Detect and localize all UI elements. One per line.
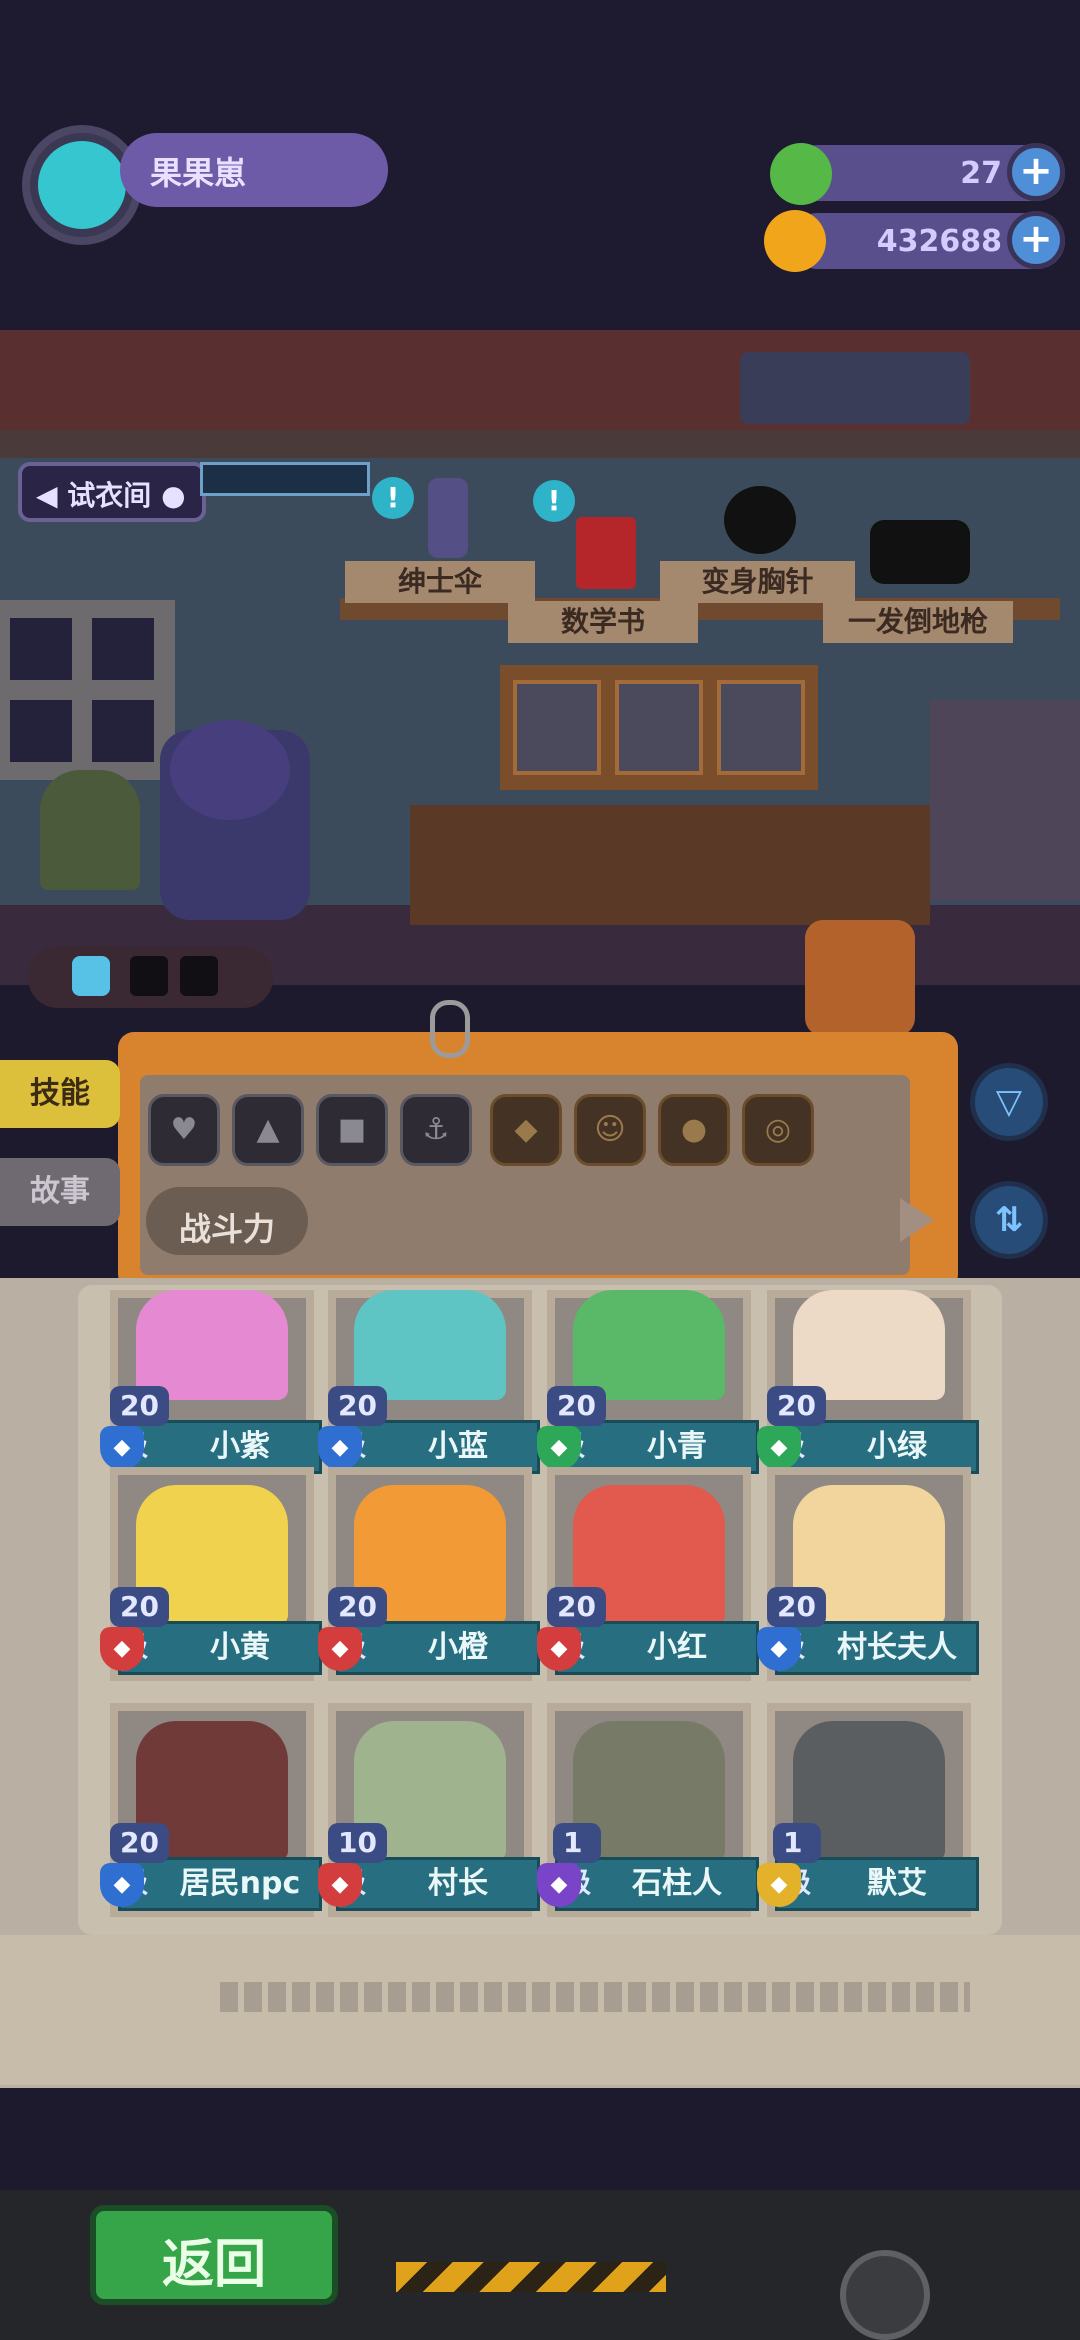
paper-clip [430, 1000, 470, 1058]
plant [40, 770, 140, 890]
donut-count: 27 [960, 156, 1002, 191]
character-level: 10级 [328, 1823, 387, 1899]
back-label: 返回 [161, 2235, 266, 2295]
character-name: 小橙 [336, 1621, 540, 1675]
light-bar [200, 462, 370, 496]
portrait-frame[interactable] [615, 680, 703, 775]
character-name: 小紫 [118, 1420, 322, 1474]
book-icon[interactable] [576, 517, 636, 589]
tab-skill[interactable]: 技能 [0, 1060, 120, 1128]
class-shield-icon: ◆ [100, 1627, 144, 1671]
portrait-frames [500, 665, 818, 790]
avatar[interactable] [38, 141, 126, 229]
sort-power-label: 战斗力 [178, 1210, 275, 1248]
face-filter-icon[interactable]: ☺ [574, 1094, 646, 1166]
donut-coin-icon [770, 143, 832, 205]
shelf-label: 数学书 [508, 601, 698, 643]
class-shield-icon: ◆ [757, 1426, 801, 1470]
shelf-label: 一发倒地枪 [823, 601, 1013, 643]
class-shield-icon: ◆ [318, 1426, 362, 1470]
character-name: 小蓝 [336, 1420, 540, 1474]
character-name: 小青 [555, 1420, 759, 1474]
character-name: 村长夫人 [775, 1621, 979, 1675]
cabinet [410, 805, 930, 925]
character-name: 小黄 [118, 1621, 322, 1675]
fitting-room-label: ◀ 试衣间 ● [36, 479, 186, 512]
round-knob [840, 2250, 930, 2340]
tab-story[interactable]: 故事 [0, 1158, 120, 1226]
brain-filter-icon[interactable]: ◎ [742, 1094, 814, 1166]
window-pane [92, 618, 154, 680]
class-shield-icon: ◆ [757, 1627, 801, 1671]
hazard-stripe [396, 2262, 666, 2292]
character-level: 20级 [110, 1386, 169, 1462]
character-level: 20级 [110, 1587, 169, 1663]
notice-icon[interactable]: ! [533, 480, 575, 522]
window [0, 600, 175, 780]
unknown-gun-icon[interactable] [870, 520, 970, 584]
window-pane [92, 700, 154, 762]
character-level: 20级 [767, 1587, 826, 1663]
player-name: 果果崽 [150, 154, 247, 192]
gold-count: 432688 [876, 224, 1002, 259]
portrait-frame[interactable] [717, 680, 805, 775]
boot-filter-icon[interactable]: ◆ [490, 1094, 562, 1166]
filter-funnel-button[interactable]: ▽ [970, 1063, 1048, 1141]
heart-filter-icon[interactable]: ♥ [148, 1094, 220, 1166]
character-level: 20级 [767, 1386, 826, 1462]
lab-shelf [930, 700, 1080, 900]
character-name: 村长 [336, 1857, 540, 1911]
character-name: 居民npc [118, 1857, 322, 1911]
class-shield-icon: ◆ [537, 1627, 581, 1671]
planet-coin-icon [764, 210, 826, 272]
class-shield-icon: ◆ [537, 1426, 581, 1470]
unknown-item-icon[interactable] [724, 486, 796, 554]
character-level: 1级 [773, 1823, 821, 1899]
character-name: 小红 [555, 1621, 759, 1675]
character-level: 20级 [110, 1823, 169, 1899]
shelf-label: 变身胸针 [660, 561, 855, 603]
collection-button[interactable] [805, 920, 915, 1036]
character-name: 小绿 [775, 1420, 979, 1474]
class-shield-icon: ◆ [757, 1863, 801, 1907]
class-shield-icon: ◆ [537, 1863, 581, 1907]
umbrella-icon[interactable] [428, 478, 468, 558]
book-text [220, 1982, 970, 2012]
arrow-left-icon: ◀ [36, 479, 58, 512]
character-level: 20级 [328, 1587, 387, 1663]
window-pane [10, 618, 72, 680]
character-portrait[interactable] [573, 1290, 725, 1400]
energy-slot [130, 956, 168, 996]
class-shield-icon: ◆ [100, 1426, 144, 1470]
add-donut-button[interactable]: + [1007, 143, 1065, 201]
dot-icon: ● [161, 479, 186, 512]
energy-slot [180, 956, 218, 996]
arrow-right-icon[interactable] [900, 1198, 934, 1242]
energy-icon [72, 956, 110, 996]
portrait-frame[interactable] [513, 680, 601, 775]
shield-filter-icon[interactable]: ■ [316, 1094, 388, 1166]
room-rail [0, 430, 1080, 458]
character-level: 1级 [553, 1823, 601, 1899]
muscle-filter-icon[interactable]: ● [658, 1094, 730, 1166]
character-portrait[interactable] [793, 1290, 945, 1400]
character-portrait[interactable] [354, 1290, 506, 1400]
class-shield-icon: ◆ [318, 1863, 362, 1907]
character-head[interactable] [170, 720, 290, 820]
character-level: 20级 [547, 1587, 606, 1663]
anchor-filter-icon[interactable]: ⚓ [400, 1094, 472, 1166]
sword-filter-icon[interactable]: ▲ [232, 1094, 304, 1166]
sort-order-button[interactable]: ⇅ [970, 1181, 1048, 1259]
add-gold-button[interactable]: + [1007, 211, 1065, 269]
window-pane [10, 700, 72, 762]
character-level: 20级 [547, 1386, 606, 1462]
character-portrait[interactable] [136, 1290, 288, 1400]
class-shield-icon: ◆ [100, 1863, 144, 1907]
shelf-label: 绅士伞 [345, 561, 535, 603]
ghost-panel [740, 352, 970, 424]
notice-icon[interactable]: ! [372, 477, 414, 519]
character-level: 20级 [328, 1386, 387, 1462]
class-shield-icon: ◆ [318, 1627, 362, 1671]
